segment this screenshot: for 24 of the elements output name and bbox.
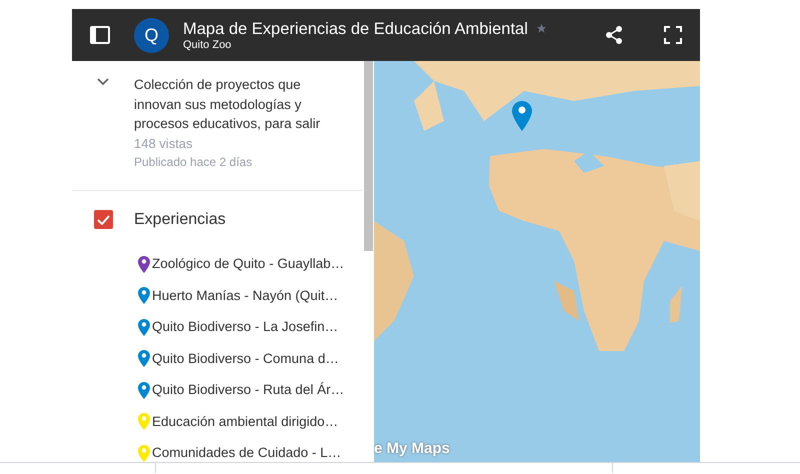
avatar: Q: [134, 18, 169, 52]
view-count: 148 vistas: [134, 134, 194, 152]
place-name[interactable]: Quito Biodiverso - La Josefin…: [152, 317, 338, 338]
map-description: Colección de proyectos que innovan sus metodologías y procesos educativos, para salir: [134, 76, 322, 133]
place-name[interactable]: Quito Biodiverso - Comuna d…: [152, 348, 339, 369]
place-name[interactable]: Zoológico de Quito - Guayllab…: [152, 254, 344, 274]
place-name[interactable]: Huerto Manías - Nayón (Quit…: [152, 286, 338, 306]
map-marker-icon[interactable]: [512, 101, 532, 131]
map-title: Mapa de Experiencias de Educación Ambiental: [183, 18, 528, 38]
place-name[interactable]: Comunidades de Cuidado - L…: [152, 443, 342, 462]
star-icon[interactable]: [536, 23, 547, 34]
layer-checkbox[interactable]: [94, 210, 112, 229]
scrollbar[interactable]: [364, 61, 373, 251]
check-icon: [96, 214, 110, 224]
owner-name[interactable]: Quito Zoo: [183, 38, 547, 52]
place-name[interactable]: Quito Biodiverso - Ruta del Ár…: [152, 380, 344, 400]
place-name[interactable]: Educación ambiental dirigido…: [152, 412, 338, 432]
published-date: Publicado hace 2 días: [134, 154, 254, 170]
share-icon[interactable]: [606, 26, 622, 44]
layer-title: Experiencias: [134, 210, 226, 230]
my-maps-logo: e My Maps: [374, 438, 450, 458]
fullscreen-icon[interactable]: [664, 26, 682, 44]
sidebar-toggle-icon[interactable]: [90, 26, 110, 44]
chevron-icon[interactable]: [97, 78, 109, 86]
